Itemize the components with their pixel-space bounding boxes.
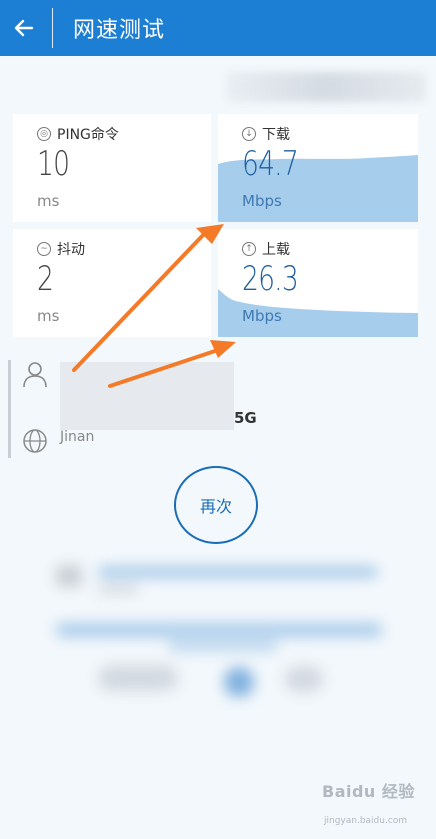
upload-unit: Mbps: [242, 307, 282, 325]
blurred-provider-info: [60, 362, 234, 430]
ping-icon: ◎: [37, 127, 51, 141]
connection-divider: [8, 360, 11, 458]
watermark-text: Baidu 经验: [322, 782, 415, 801]
download-unit: Mbps: [242, 192, 282, 210]
ping-label: ◎ PING命令: [37, 124, 119, 144]
download-label-text: 下载: [262, 127, 290, 143]
again-button-label: 再次: [199, 497, 232, 516]
network-type: 5G: [234, 409, 257, 427]
download-card: ↓ 下载 64.7 Mbps: [218, 114, 418, 222]
watermark-sub: jingyan.baidu.com: [324, 816, 408, 826]
watermark: Baidu 经验 jingyan.baidu.com: [322, 778, 432, 834]
jitter-label: ~ 抖动: [37, 239, 85, 259]
jitter-wave-icon: ~: [37, 242, 51, 256]
jitter-label-text: 抖动: [57, 242, 85, 258]
download-value: 64.7: [242, 144, 299, 184]
blurred-content: [48, 545, 390, 697]
app-bar: 网速测试: [0, 0, 436, 56]
download-label: ↓ 下载: [242, 124, 290, 144]
ping-card: ◎ PING命令 10 ms: [13, 114, 211, 222]
jitter-card: ~ 抖动 2 ms: [13, 229, 211, 337]
upload-value: 26.3: [242, 259, 299, 299]
ping-value: 10: [37, 144, 70, 184]
jitter-unit: ms: [37, 307, 60, 325]
person-icon: [23, 362, 47, 388]
upload-card: ↑ 上载 26.3 Mbps: [218, 229, 418, 337]
blurred-server-info: [226, 72, 426, 102]
globe-icon: [23, 429, 47, 453]
upload-label: ↑ 上载: [242, 239, 290, 259]
page-title: 网速测试: [73, 18, 166, 43]
again-button[interactable]: 再次: [174, 466, 258, 544]
appbar-divider: [52, 8, 53, 48]
arrow-head-upload: [210, 340, 236, 358]
arrow-left-icon: [14, 19, 34, 37]
back-button[interactable]: [0, 0, 48, 56]
download-arrow-icon: ↓: [242, 127, 256, 141]
ping-unit: ms: [37, 192, 60, 210]
jitter-value: 2: [37, 259, 54, 299]
upload-arrow-icon: ↑: [242, 242, 256, 256]
ping-label-text: PING命令: [57, 127, 119, 143]
location-text: Jinan: [60, 429, 95, 445]
upload-label-text: 上载: [262, 242, 290, 258]
